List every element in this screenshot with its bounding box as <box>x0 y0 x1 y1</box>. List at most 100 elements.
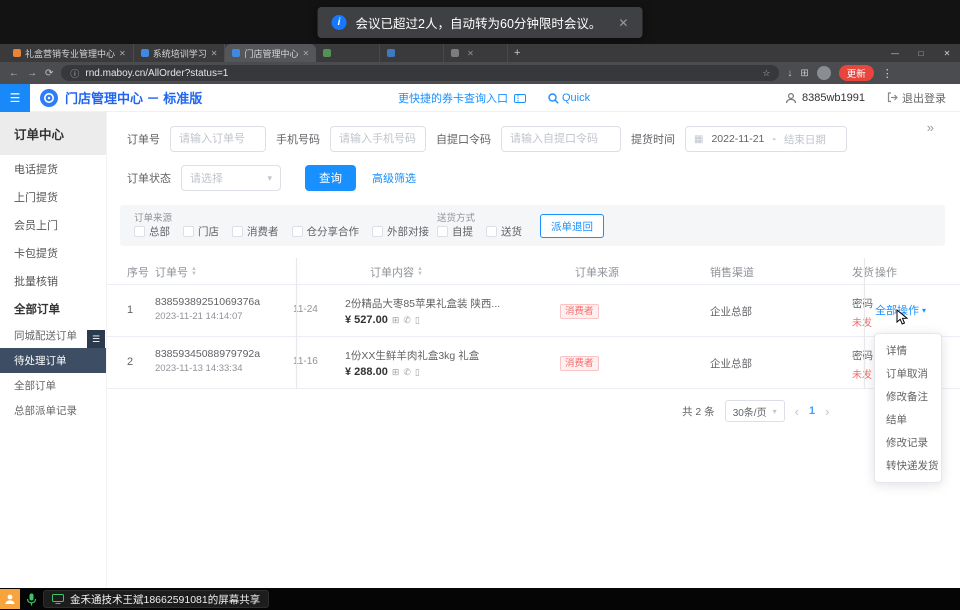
page-size-select[interactable]: 30条/页 ▾ <box>725 400 785 422</box>
bookmark-star-icon[interactable]: ☆ <box>762 68 770 79</box>
url-text[interactable]: rnd.maboy.cn/AllOrder?status=1 <box>85 68 228 79</box>
browser-tab-6[interactable]: ✕ <box>444 44 508 62</box>
screen-share-chip[interactable]: 金禾通技术王斌18662591081的屏幕共享 <box>43 590 269 608</box>
browser-update-button[interactable]: 更新 <box>839 65 874 81</box>
tab-close-icon[interactable]: ✕ <box>302 49 309 58</box>
tab-close-icon[interactable]: ✕ <box>211 49 218 58</box>
logout-button[interactable]: 退出登录 <box>887 90 946 106</box>
download-icon[interactable]: ↓ <box>787 68 792 79</box>
window-maximize-button[interactable]: □ <box>908 44 934 62</box>
pickup-code-input[interactable] <box>501 126 621 152</box>
next-page-button[interactable]: › <box>825 404 829 419</box>
sort-desc-icon[interactable]: ▼ <box>191 272 197 277</box>
new-tab-button[interactable]: + <box>508 44 526 62</box>
phone-input[interactable] <box>330 126 426 152</box>
tab-favicon <box>387 49 395 57</box>
header-order-content[interactable]: 订单内容 ▲▼ <box>370 258 423 285</box>
search-button[interactable]: 查询 <box>305 165 356 191</box>
cell-index: 2 <box>127 356 133 368</box>
microphone-icon <box>26 593 37 606</box>
sidebar-item-batch-verify[interactable]: 批量核销 <box>0 267 106 295</box>
app-logo <box>40 89 58 107</box>
sort-icons[interactable]: ▲▼ <box>191 267 197 277</box>
window-close-button[interactable]: ✕ <box>934 44 960 62</box>
checkbox-icon[interactable] <box>486 226 497 237</box>
back-icon[interactable]: ← <box>9 68 19 79</box>
order-price: ¥ 527.00 <box>345 314 388 326</box>
sidebar-collapse-toggle[interactable]: ☰ <box>87 330 105 348</box>
checkbox-self-pickup[interactable]: 自提 <box>437 224 473 239</box>
checkbox-icon[interactable] <box>232 226 243 237</box>
tab-close-icon[interactable]: ✕ <box>119 49 126 58</box>
checkbox-delivery[interactable]: 送货 <box>486 224 522 239</box>
sidebar-subitem-pending-orders[interactable]: 待处理订单 <box>0 348 106 373</box>
menu-item-cancel-order[interactable]: 订单取消 <box>875 362 941 385</box>
window-minimize-button[interactable]: — <box>882 44 908 62</box>
app-header: ☰ 门店管理中心 － 标准版 更快捷的券卡查询入口 Quick <box>0 84 960 112</box>
checkbox-external[interactable]: 外部对接 <box>372 224 429 239</box>
username[interactable]: 8385wb1991 <box>802 92 865 104</box>
coupon-query-link[interactable]: 更快捷的券卡查询入口 <box>398 90 508 106</box>
header-order-no[interactable]: 订单号 ▲▼ <box>155 258 197 285</box>
checkbox-icon[interactable] <box>437 226 448 237</box>
browser-tab-2[interactable]: 系统培训学习 ✕ <box>134 44 226 62</box>
menu-item-edit-history[interactable]: 修改记录 <box>875 431 941 454</box>
screen-share-bar: 金禾通技术王斌18662591081的屏幕共享 <box>0 588 960 610</box>
checkbox-label: 送货 <box>501 224 522 239</box>
sidebar-group-all-orders[interactable]: 全部订单 <box>0 295 106 323</box>
order-no-input[interactable] <box>170 126 266 152</box>
checkbox-hq[interactable]: 总部 <box>134 224 170 239</box>
checkbox-store[interactable]: 门店 <box>183 224 219 239</box>
app-menu-toggle[interactable]: ☰ <box>0 84 30 112</box>
tab-close-icon[interactable]: ✕ <box>467 49 474 58</box>
sidebar-item-door-pickup[interactable]: 上门提货 <box>0 183 106 211</box>
info-icon: i <box>332 15 347 30</box>
sidebar-item-member-visit[interactable]: 会员上门 <box>0 211 106 239</box>
date-end-placeholder[interactable]: 结束日期 <box>784 132 826 147</box>
sort-icons[interactable]: ▲▼ <box>417 267 423 277</box>
page-number-1[interactable]: 1 <box>809 405 815 417</box>
browser-tab-1[interactable]: 礼盒营销专业管理中心 ✕ <box>6 44 134 62</box>
sidebar-title: 订单中心 <box>0 112 106 155</box>
checkbox-icon[interactable] <box>134 226 145 237</box>
advanced-filter-link[interactable]: 高级筛选 <box>372 170 416 186</box>
date-separator: - <box>772 133 776 145</box>
checkbox-icon[interactable] <box>292 226 303 237</box>
dispatch-return-button[interactable]: 派单退回 <box>540 214 604 238</box>
menu-item-edit-note[interactable]: 修改备注 <box>875 385 941 408</box>
sort-desc-icon[interactable]: ▼ <box>417 272 423 277</box>
checkbox-consumer[interactable]: 消费者 <box>232 224 279 239</box>
browser-tab-3-active[interactable]: 门店管理中心 ✕ <box>225 44 316 62</box>
menu-item-express-ship[interactable]: 转快递发货 <box>875 454 941 477</box>
table-row[interactable]: 1 83859389251069376a 2023-11-21 14:14:07… <box>107 285 960 337</box>
all-actions-dropdown[interactable]: 全部操作 ▾ <box>875 302 926 318</box>
sidebar-item-card-pickup[interactable]: 卡包提货 <box>0 239 106 267</box>
sidebar-item-phone-pickup[interactable]: 电话提货 <box>0 155 106 183</box>
order-status-select[interactable]: 请选择 ▾ <box>181 165 281 191</box>
extensions-icon[interactable]: ⊞ <box>800 68 808 79</box>
checkbox-icon[interactable] <box>183 226 194 237</box>
panel-collapse-icon[interactable]: » <box>927 120 934 135</box>
sidebar-subitem-hq-dispatch-log[interactable]: 总部派单记录 <box>0 398 106 423</box>
table-row[interactable]: 2 83859345088979792a 2023-11-13 14:33:34… <box>107 337 960 389</box>
checkbox-warehouse-share[interactable]: 仓分享合作 <box>292 224 360 239</box>
prev-page-button[interactable]: ‹ <box>795 404 799 419</box>
checkbox-label: 外部对接 <box>387 224 429 239</box>
menu-item-close-order[interactable]: 结单 <box>875 408 941 431</box>
checkbox-icon[interactable] <box>372 226 383 237</box>
date-start-value[interactable]: 2022-11-21 <box>711 133 764 145</box>
toast-close-icon[interactable]: ✕ <box>618 16 628 30</box>
site-info-icon[interactable]: ⓘ <box>70 67 79 80</box>
order-price-line: ¥ 527.00 ⊞ ✆ ▯ <box>345 314 557 326</box>
address-bar[interactable]: ⓘ rnd.maboy.cn/AllOrder?status=1 ☆ <box>61 65 779 81</box>
browser-profile-avatar[interactable] <box>817 66 831 80</box>
browser-tab-5[interactable] <box>380 44 444 62</box>
reload-icon[interactable]: ⟳ <box>45 68 53 79</box>
menu-item-detail[interactable]: 详情 <box>875 339 941 362</box>
browser-tab-4[interactable] <box>316 44 380 62</box>
quick-search[interactable]: Quick <box>548 92 590 104</box>
pickup-date-range[interactable]: ▦ 2022-11-21 - 结束日期 <box>685 126 847 152</box>
browser-menu-icon[interactable]: ⋮ <box>882 67 893 80</box>
forward-icon[interactable]: → <box>27 68 37 79</box>
sidebar-subitem-all-orders[interactable]: 全部订单 <box>0 373 106 398</box>
